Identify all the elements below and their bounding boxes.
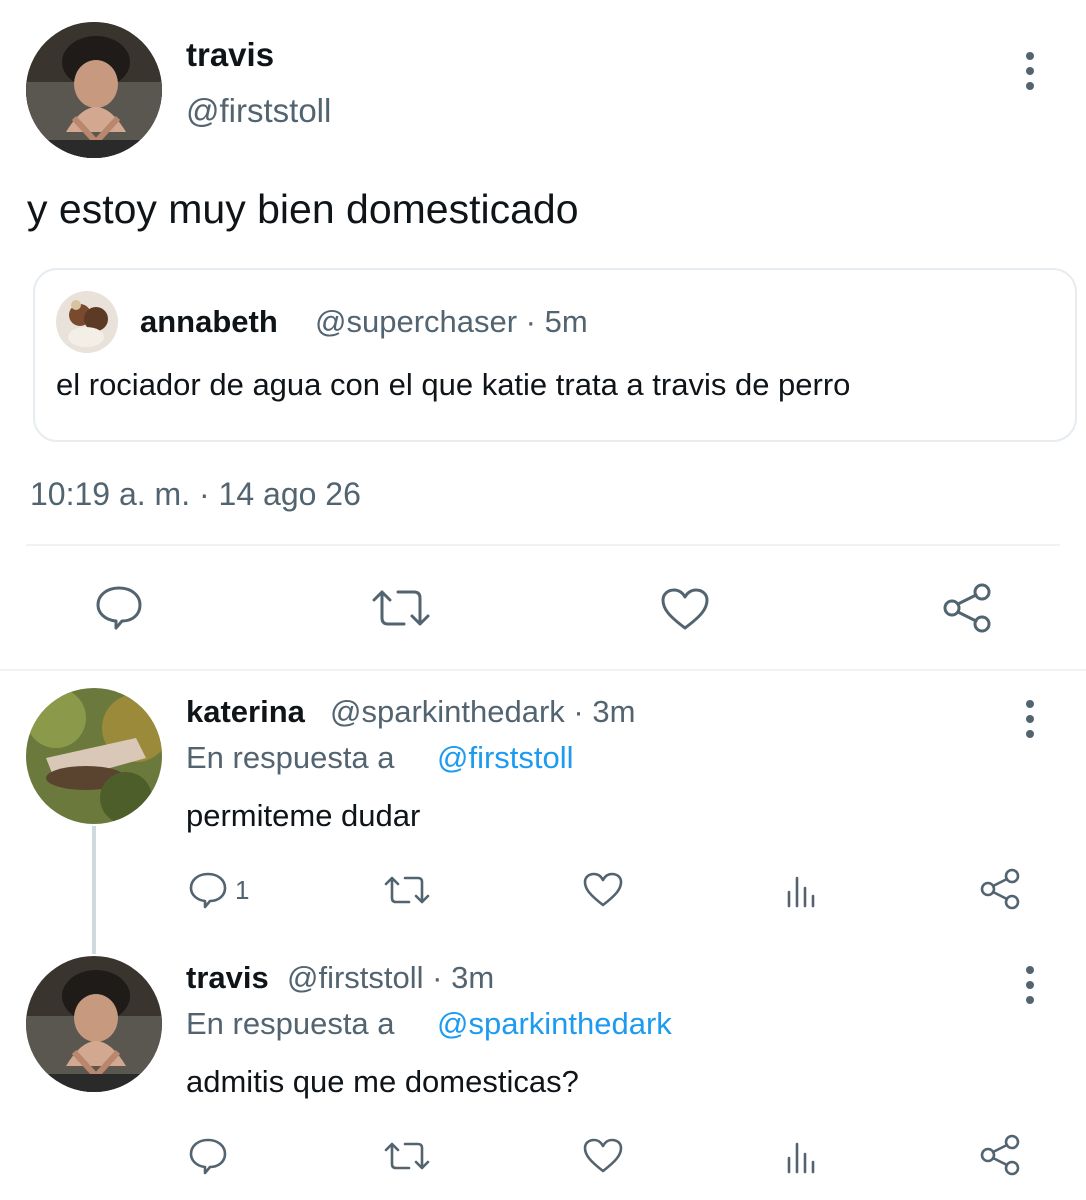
- reply-author-meta[interactable]: @firststoll · 3m: [287, 960, 494, 996]
- reply-icon[interactable]: [94, 584, 144, 632]
- more-options-icon[interactable]: [1026, 966, 1034, 1011]
- section-separator: [0, 669, 1086, 671]
- share-icon[interactable]: [940, 582, 994, 634]
- retweet-icon[interactable]: [383, 873, 431, 907]
- reply-count: 1: [235, 875, 250, 905]
- reply-avatar-photo: [26, 956, 162, 1092]
- retweet-icon[interactable]: [370, 586, 432, 630]
- reply-author-name[interactable]: travis: [186, 960, 269, 996]
- quoted-avatar[interactable]: [56, 291, 118, 353]
- reply-text: admitis que me domesticas?: [186, 1064, 579, 1099]
- reply-avatar-photo: [26, 688, 162, 824]
- reply-author-meta[interactable]: @sparkinthedark · 3m: [330, 694, 635, 730]
- reply-author-name[interactable]: katerina: [186, 694, 305, 730]
- author-name[interactable]: travis: [186, 36, 274, 74]
- reply-avatar[interactable]: [26, 688, 162, 824]
- reply-avatar[interactable]: [26, 956, 162, 1092]
- quoted-author-meta[interactable]: @superchaser · 5m: [315, 304, 588, 340]
- like-icon[interactable]: [582, 1137, 624, 1175]
- quoted-avatar-photo: [56, 291, 118, 353]
- quoted-tweet-text: el rociador de agua con el que katie tra…: [56, 367, 851, 402]
- quoted-tweet[interactable]: [33, 268, 1077, 442]
- avatar-photo: [26, 22, 162, 158]
- more-options-icon[interactable]: [1026, 700, 1034, 745]
- analytics-icon[interactable]: [785, 872, 819, 908]
- reply-icon[interactable]: [188, 1137, 228, 1175]
- analytics-icon[interactable]: [785, 1138, 819, 1174]
- author-avatar[interactable]: [26, 22, 162, 158]
- reply-icon[interactable]: [188, 871, 228, 909]
- reply-context-mention[interactable]: @sparkinthedark: [437, 1006, 672, 1042]
- tweet-text: y estoy muy bien domesticado: [27, 186, 579, 232]
- author-handle[interactable]: @firststoll: [186, 92, 331, 130]
- divider: [26, 544, 1060, 546]
- quoted-author-name[interactable]: annabeth: [140, 304, 278, 340]
- reply-context-label: En respuesta a: [186, 740, 395, 775]
- like-icon[interactable]: [582, 871, 624, 909]
- share-icon[interactable]: [978, 868, 1022, 910]
- share-icon[interactable]: [978, 1134, 1022, 1176]
- reply-context-label: En respuesta a: [186, 1006, 395, 1041]
- retweet-icon[interactable]: [383, 1139, 431, 1173]
- thread-line: [92, 826, 96, 954]
- reply-text: permiteme dudar: [186, 798, 421, 833]
- tweet-timestamp[interactable]: 10:19 a. m. · 14 ago 26: [30, 476, 361, 513]
- like-icon[interactable]: [659, 586, 711, 632]
- more-options-icon[interactable]: [1026, 52, 1034, 97]
- reply-context-mention[interactable]: @firststoll: [437, 740, 574, 776]
